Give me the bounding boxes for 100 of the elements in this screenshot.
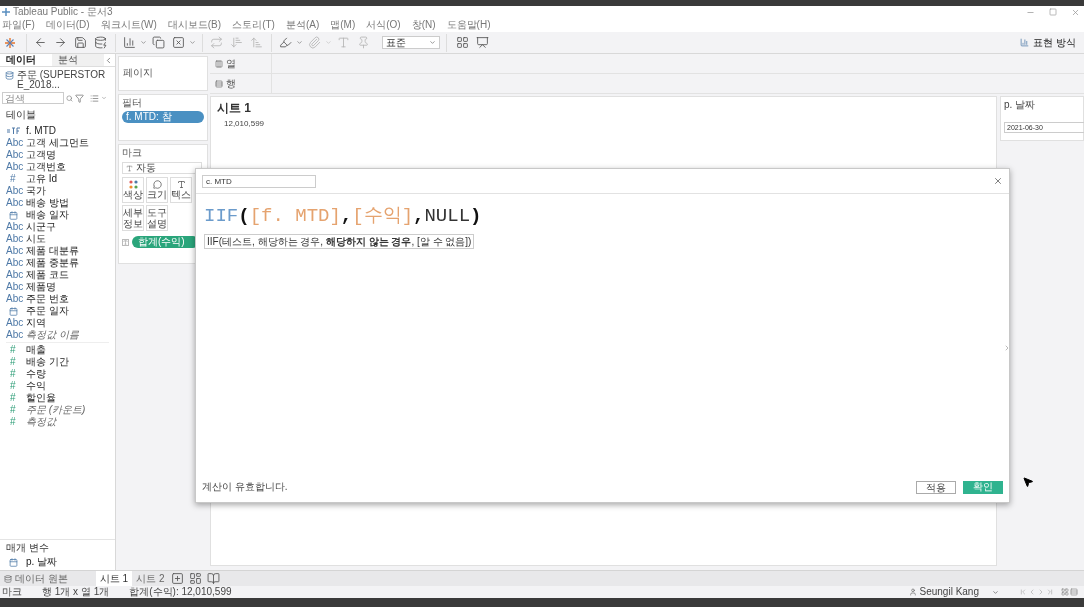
menu-item[interactable]: 데이터(D) xyxy=(45,19,90,31)
sheet-title: 시트 1 xyxy=(217,100,252,116)
field-item[interactable]: 시군구 xyxy=(26,221,56,233)
sheet-tab[interactable]: 데이터 원본 xyxy=(0,571,72,586)
view-list-icon[interactable] xyxy=(90,93,99,103)
field-type-glyph: Abc xyxy=(6,137,25,149)
field-item[interactable]: 고객 세그먼트 xyxy=(26,137,89,149)
caret-icon[interactable] xyxy=(140,39,147,46)
shelf-label: 열 xyxy=(226,57,236,70)
menu-item[interactable]: 대시보드(B) xyxy=(167,19,222,31)
menu-item[interactable]: 파일(F) xyxy=(2,19,35,31)
field-item[interactable]: 고객명 xyxy=(26,149,56,161)
field-item[interactable]: 제품명 xyxy=(26,281,56,293)
expand-icon[interactable] xyxy=(1003,344,1011,352)
function-hint: IIF(테스트, 해당하는 경우, 해당하지 않는 경우, [알 수 없음]) xyxy=(204,234,475,249)
field-item[interactable]: 주문 (카운트) xyxy=(26,404,86,416)
field-type-glyph: Abc xyxy=(6,161,25,173)
field-item[interactable]: 배송 일자 xyxy=(26,209,69,221)
pane-tab[interactable]: 분석 xyxy=(52,54,104,66)
user-menu[interactable]: Seungil Kang xyxy=(908,586,999,598)
filter-icon[interactable] xyxy=(75,93,84,103)
duplicate-button[interactable] xyxy=(149,33,167,52)
mark-property-button[interactable]: 세부 정보 xyxy=(122,205,144,231)
field-type-glyph: Abc xyxy=(6,149,25,161)
field-item[interactable]: 주문 번호 xyxy=(26,293,69,305)
field-item[interactable]: 수량 xyxy=(26,368,46,380)
menu-item[interactable]: 창(N) xyxy=(411,19,436,31)
last-page-icon[interactable] xyxy=(1046,588,1054,596)
field-item[interactable]: 제품 코드 xyxy=(26,269,69,281)
search-field[interactable]: 검색 xyxy=(2,92,64,104)
new-story-icon xyxy=(206,572,220,585)
text-icon xyxy=(336,36,350,49)
menu-item[interactable]: 도움말(H) xyxy=(446,19,491,31)
sheet-tab[interactable]: 시트 1 xyxy=(95,571,133,586)
field-item[interactable]: 시도 xyxy=(26,233,46,245)
mark-property-button[interactable]: 크기 xyxy=(146,177,168,203)
field-type-glyph: Abc xyxy=(6,257,25,269)
field-item[interactable]: f. MTD xyxy=(26,125,56,137)
back-arrow-icon xyxy=(33,36,47,49)
field-item[interactable]: 지역 xyxy=(26,317,46,329)
mark-property-button[interactable]: 텍스 xyxy=(170,177,192,203)
field-item[interactable]: 측정값 xyxy=(26,416,56,428)
next-icon[interactable] xyxy=(1037,588,1045,596)
tableau-logo-icon[interactable] xyxy=(4,36,16,49)
field-item[interactable]: 고유 Id xyxy=(26,173,58,185)
validation-message: 계산이 유효합니다. xyxy=(202,481,288,493)
forward-arrow-icon xyxy=(53,36,67,49)
field-item[interactable]: 고객번호 xyxy=(26,161,66,173)
paperclip-icon xyxy=(307,36,321,49)
mark-property-button[interactable]: 도구 설명 xyxy=(146,205,168,231)
show-me-button[interactable]: 표현 방식 xyxy=(1020,36,1076,49)
menu-item[interactable]: 스토리(T) xyxy=(232,19,275,31)
calculation-name-field[interactable]: c. MTD xyxy=(202,174,316,188)
field-item[interactable]: p. 날짜 xyxy=(26,556,58,568)
data-source-name[interactable]: 주문 (SUPERSTORE_2018... xyxy=(17,70,110,90)
duplicate-icon xyxy=(151,36,165,49)
caret-icon[interactable] xyxy=(296,39,303,46)
caret-icon[interactable] xyxy=(325,39,332,46)
field-item[interactable]: 배송 방법 xyxy=(26,197,69,209)
caret-icon[interactable] xyxy=(101,95,107,101)
field-item[interactable]: 배송 기간 xyxy=(26,356,69,368)
field-item[interactable]: 제품 대분류 xyxy=(26,245,79,257)
status-text: 마크 xyxy=(2,586,22,598)
mark-property-button[interactable]: 색상 xyxy=(122,177,144,203)
previous-icon[interactable] xyxy=(1028,588,1036,596)
new-sheet-icon xyxy=(170,572,184,585)
close-icon[interactable] xyxy=(1071,7,1080,17)
collapse-icon[interactable] xyxy=(104,56,113,65)
field-item[interactable]: 할인율 xyxy=(26,392,56,404)
window-title: Tableau Public - 문서3 xyxy=(13,6,113,18)
formula-editor[interactable]: IIF([f. MTD],[수익],NULL) xyxy=(204,204,1001,228)
menu-item[interactable]: 워크시트(W) xyxy=(100,19,157,31)
section-heading: 매개 변수 xyxy=(5,542,50,554)
new-worksheet-icon xyxy=(122,36,136,49)
mark-type-dropdown[interactable]: 자동 xyxy=(122,162,202,174)
calculated-field-icon xyxy=(7,127,21,135)
field-item[interactable]: 수익 xyxy=(26,380,46,392)
field-item[interactable]: 제품 중분류 xyxy=(26,257,79,269)
field-type-glyph: # xyxy=(9,368,17,380)
apply-button[interactable]: 적용 xyxy=(916,480,956,494)
field-type-glyph: # xyxy=(9,344,17,356)
field-item[interactable]: 주문 일자 xyxy=(26,305,69,317)
restore-icon[interactable] xyxy=(1049,8,1057,16)
menu-item[interactable]: 서식(O) xyxy=(366,19,401,31)
caret-icon[interactable] xyxy=(189,39,196,46)
first-page-icon[interactable] xyxy=(1019,588,1027,596)
field-item[interactable]: 국가 xyxy=(26,185,46,197)
grid-view-icon[interactable] xyxy=(1061,588,1069,596)
highlighter-icon xyxy=(278,36,292,49)
field-type-glyph: Abc xyxy=(6,269,25,281)
search-icon[interactable] xyxy=(66,94,73,102)
status-text: 합계(수익): 12,010,599 xyxy=(129,586,232,598)
sheet-tab[interactable]: 시트 2 xyxy=(132,571,169,586)
fit-dropdown[interactable]: 표준 xyxy=(382,36,440,49)
close-icon[interactable] xyxy=(993,176,1003,186)
menu-item[interactable]: 맵(M) xyxy=(330,19,356,31)
section-heading: 테이블 xyxy=(5,109,37,121)
field-item[interactable]: 측정값 이름 xyxy=(26,329,79,341)
field-item[interactable]: 매출 xyxy=(26,344,46,356)
menu-item[interactable]: 분석(A) xyxy=(285,19,320,31)
